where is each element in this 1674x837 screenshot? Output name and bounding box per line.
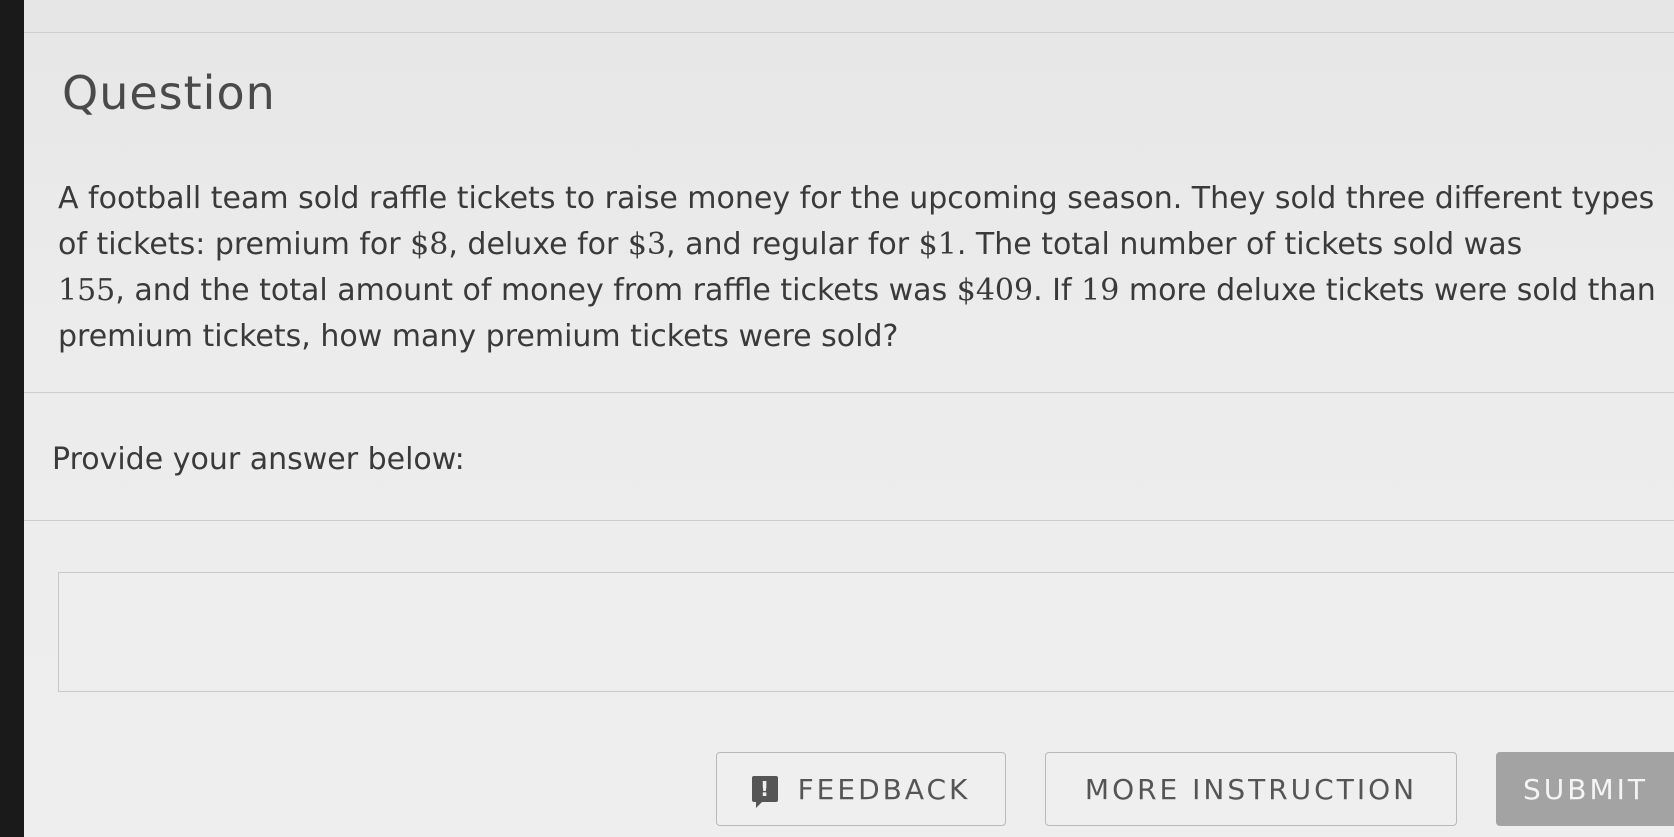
- more-instruction-button[interactable]: MORE INSTRUCTION: [1045, 752, 1457, 826]
- answer-prompt: Provide your answer below:: [52, 442, 465, 477]
- submit-button-label: SUBMIT: [1523, 772, 1648, 806]
- question-text-part: , deluxe for: [448, 227, 628, 262]
- feedback-button[interactable]: ! FEEDBACK: [716, 752, 1006, 826]
- answer-input[interactable]: [58, 572, 1674, 692]
- feedback-button-label: FEEDBACK: [797, 772, 971, 806]
- question-text: A football team sold raffle tickets to r…: [58, 176, 1658, 360]
- divider: [24, 392, 1674, 393]
- feedback-icon: !: [751, 776, 778, 808]
- divider: [24, 32, 1674, 33]
- math-price-regular: $1: [918, 227, 957, 262]
- question-text-part: . If: [1033, 273, 1082, 308]
- question-text-part: . The total number of tickets sold was: [956, 227, 1523, 262]
- question-text-part: , and the total amount of money from raf…: [115, 273, 957, 308]
- math-difference: 19: [1081, 273, 1120, 308]
- math-total-money: $409: [956, 273, 1034, 308]
- math-total-tickets: 155: [58, 273, 116, 308]
- divider: [24, 520, 1674, 521]
- page-title: Question: [62, 66, 276, 120]
- submit-button[interactable]: SUBMIT: [1496, 752, 1674, 826]
- math-price-deluxe: $3: [627, 227, 667, 262]
- question-text-part: , and regular for: [666, 227, 919, 262]
- more-instruction-button-label: MORE INSTRUCTION: [1084, 772, 1418, 806]
- math-price-premium: $8: [410, 227, 449, 262]
- question-panel: Question A football team sold raffle tic…: [24, 0, 1674, 837]
